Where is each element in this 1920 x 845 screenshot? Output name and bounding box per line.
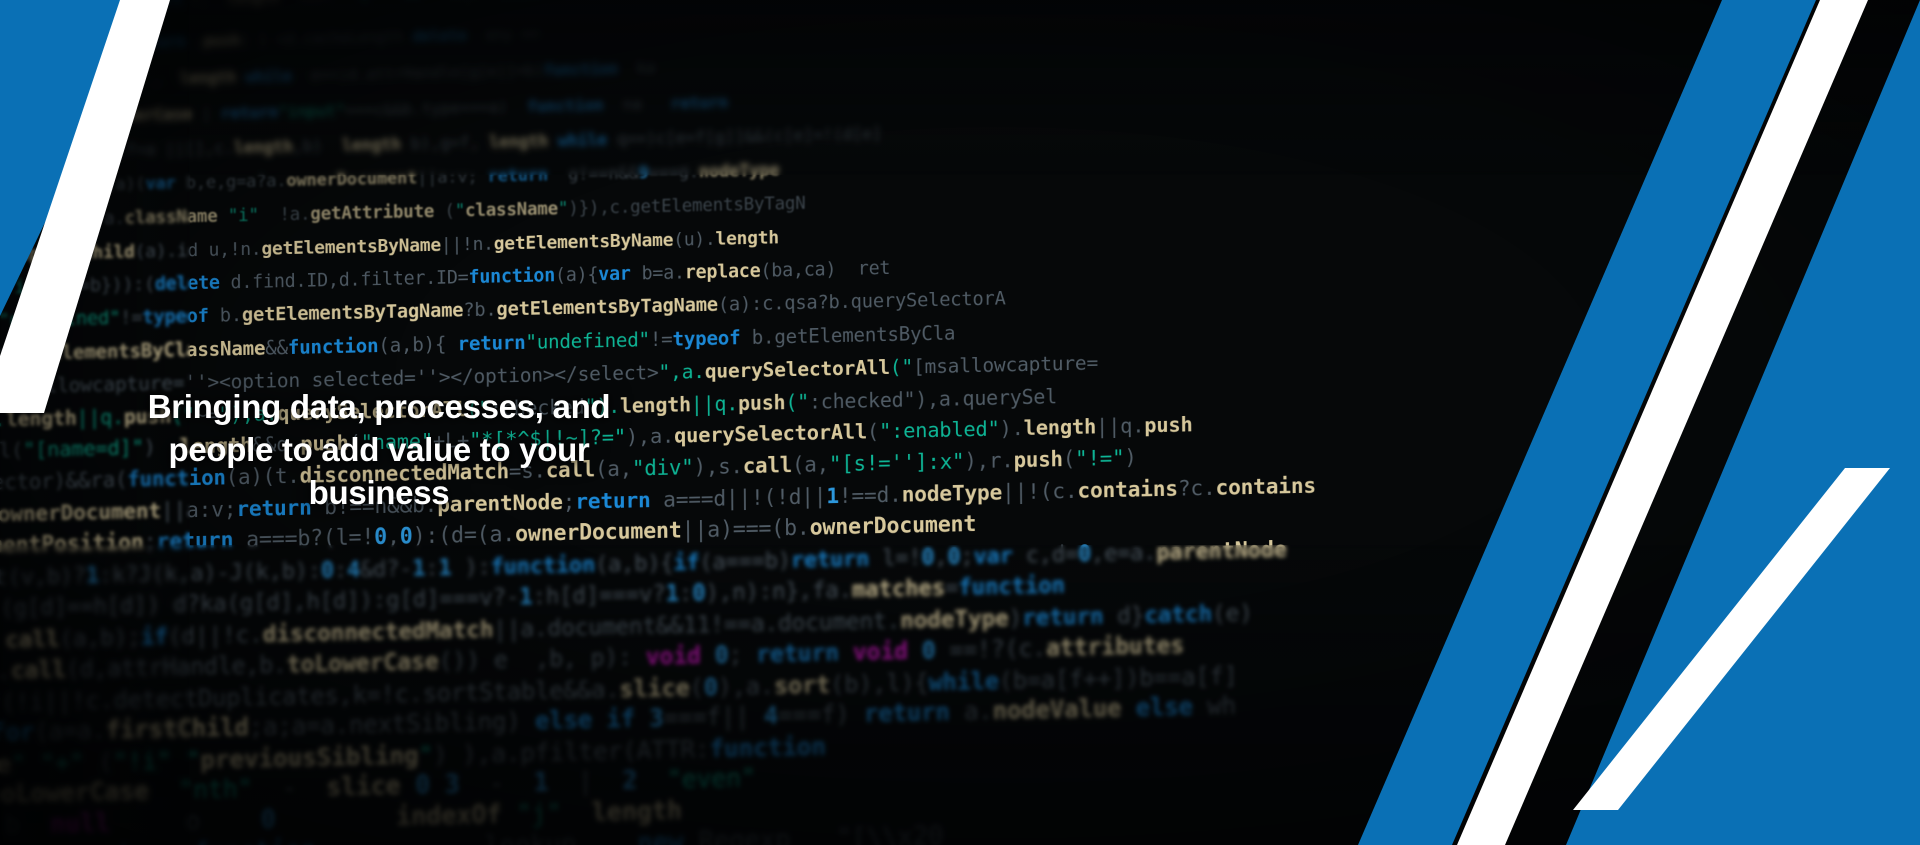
hero-banner: if(a){ while(b=c[d++]) e.push(b) } retur… [0, 0, 1920, 845]
hero-headline: Bringing data, processes, and people to … [147, 388, 611, 511]
